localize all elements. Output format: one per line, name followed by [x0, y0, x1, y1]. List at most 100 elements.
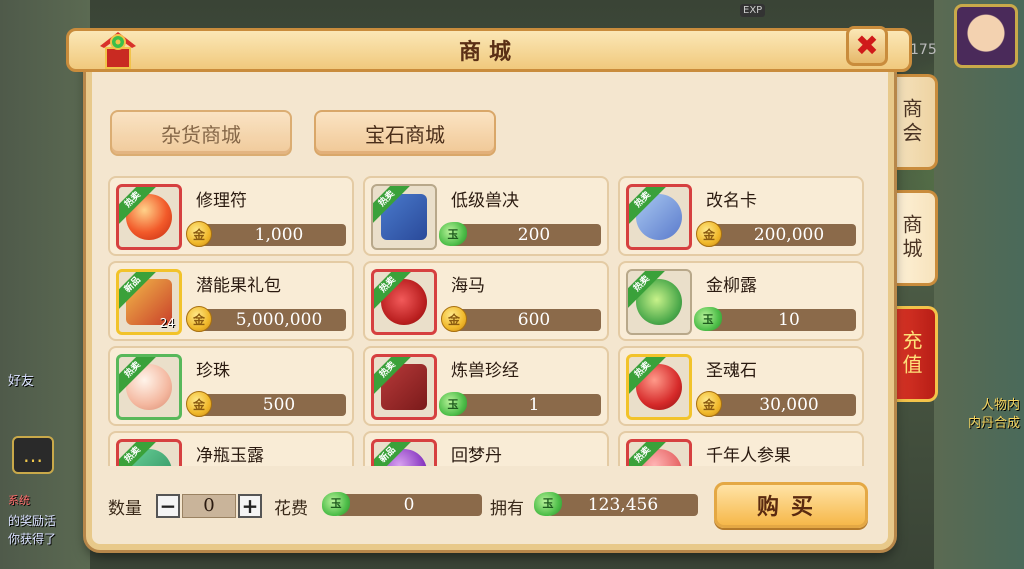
item-price: 600 [517, 310, 551, 330]
shop-item[interactable]: 新品回梦丹玉 [363, 431, 609, 466]
green-gourd-icon: 热卖 [626, 269, 692, 335]
item-price: 500 [262, 395, 296, 415]
scripture-book-icon: 热卖 [371, 354, 437, 420]
item-name: 修理符 [196, 191, 247, 211]
jade-vase-icon: 热卖 [116, 439, 182, 466]
item-price: 10 [778, 310, 800, 330]
red-orb-icon: 热卖 [116, 184, 182, 250]
purple-pill-icon: 新品 [371, 439, 437, 466]
tab-recharge[interactable]: 充值 [888, 306, 938, 402]
bg-right-text: 人物内 [980, 398, 1020, 413]
shop-item[interactable]: 热卖 金柳露玉 10 [618, 261, 864, 341]
tab-mall[interactable]: 商城 [888, 190, 938, 286]
price-bar: 金 30,000 [696, 391, 856, 417]
level-value: 175 [910, 42, 937, 58]
jade-currency-icon: 玉 [694, 307, 722, 331]
item-name: 净瓶玉露 [196, 446, 264, 466]
gold-coin-icon: 金 [696, 391, 722, 417]
close-button[interactable]: ✖ [846, 26, 888, 66]
red-stone-icon: 热卖 [626, 354, 692, 420]
shop-item[interactable]: 热卖 炼兽珍经玉 1 [363, 346, 609, 426]
owned-label: 拥有 [490, 499, 524, 519]
price-bar: 金 1,000 [186, 221, 346, 247]
player-avatar[interactable] [954, 4, 1018, 68]
item-name: 圣魂石 [706, 361, 757, 381]
item-price: 200,000 [753, 225, 825, 245]
owned-amount: 123,456 [587, 495, 659, 515]
gift-box-icon: 新品 24 [116, 269, 182, 335]
price-bar: 玉1 [439, 392, 601, 416]
item-name: 炼兽珍经 [451, 361, 519, 381]
bg-chat-text: 系统 [8, 494, 30, 507]
shop-item[interactable]: 热卖 低级兽决玉 200 [363, 176, 609, 256]
jade-currency-icon: 玉 [534, 492, 562, 516]
buy-button[interactable]: 购买 [714, 482, 868, 528]
price-bar: 玉 10 [694, 307, 856, 331]
shop-item[interactable]: 热卖千年人参果玉 [618, 431, 864, 466]
item-price: 1 [528, 395, 540, 415]
item-name: 珍珠 [196, 361, 230, 381]
item-name: 低级兽决 [451, 191, 519, 211]
shop-item[interactable]: 热卖 改名卡金 200,000 [618, 176, 864, 256]
background-left-scene [0, 0, 90, 569]
bg-chat-text: 的奖励活 [8, 514, 57, 528]
cost-value: 0 玉 [322, 492, 482, 516]
shop-item[interactable]: 热卖 海马金 600 [363, 261, 609, 341]
shop-item[interactable]: 热卖 珍珠金 500 [108, 346, 354, 426]
shop-item[interactable]: 热卖 圣魂石金 30,000 [618, 346, 864, 426]
exp-label: EXP [740, 4, 766, 17]
item-price: 200 [517, 225, 551, 245]
price-bar: 金 600 [441, 306, 601, 332]
blue-card-icon: 热卖 [626, 184, 692, 250]
cost-amount: 0 [403, 495, 415, 515]
price-bar: 金 200,000 [696, 221, 856, 247]
gold-coin-icon: 金 [441, 306, 467, 332]
title-bar: 商城 [66, 28, 912, 72]
chat-icon[interactable]: … [12, 436, 54, 474]
ginseng-fruit-icon: 热卖 [626, 439, 692, 466]
lantern-ornament-icon [100, 32, 136, 69]
item-grid: 热卖 修理符金 1,000 热卖 低级兽决玉 200 热卖 改名卡金 200,000 新品 24 潜能… [108, 176, 868, 466]
bg-right-text: 内丹合成 [967, 416, 1020, 431]
category-gem-store[interactable]: 宝石商城 [314, 110, 496, 156]
item-name: 回梦丹 [451, 446, 502, 466]
item-name: 千年人参果 [706, 446, 791, 466]
gold-coin-icon: 金 [696, 221, 722, 247]
page-title: 商城 [458, 40, 519, 65]
item-price: 1,000 [254, 225, 304, 245]
item-name: 金柳露 [706, 276, 757, 296]
close-x-icon: ✖ [855, 29, 879, 62]
item-quantity: 24 [159, 316, 175, 330]
gold-coin-icon: 金 [186, 306, 212, 332]
item-name: 改名卡 [706, 191, 757, 211]
item-price: 30,000 [759, 395, 819, 415]
gold-coin-icon: 金 [186, 391, 212, 417]
bg-chat-text: 你获得了 [8, 532, 57, 546]
bg-chat-text: 好友 [8, 374, 35, 389]
tab-guild-shop[interactable]: 商会 [888, 74, 938, 170]
price-bar: 金 5,000,000 [186, 306, 346, 332]
item-name: 海马 [451, 276, 485, 296]
price-bar: 金 500 [186, 391, 346, 417]
jade-currency-icon: 玉 [322, 492, 350, 516]
item-name: 潜能果礼包 [196, 276, 281, 296]
price-bar: 玉 200 [439, 222, 601, 246]
quantity-minus-button[interactable]: − [156, 494, 180, 518]
quantity-label: 数量 [108, 499, 142, 519]
seahorse-icon: 热卖 [371, 269, 437, 335]
shop-item[interactable]: 新品 24 潜能果礼包金 5,000,000 [108, 261, 354, 341]
quantity-input[interactable]: 0 [182, 494, 236, 518]
owned-value: 123,456 玉 [534, 492, 698, 516]
jade-currency-icon: 玉 [439, 392, 467, 416]
shop-item[interactable]: 热卖 修理符金 1,000 [108, 176, 354, 256]
gold-coin-icon: 金 [186, 221, 212, 247]
cost-label: 花费 [274, 499, 308, 519]
blue-book-icon: 热卖 [371, 184, 437, 250]
jade-currency-icon: 玉 [439, 222, 467, 246]
item-price: 5,000,000 [235, 310, 323, 330]
quantity-plus-button[interactable]: + [238, 494, 262, 518]
pearl-icon: 热卖 [116, 354, 182, 420]
category-general-store[interactable]: 杂货商城 [110, 110, 292, 156]
background-right-scene [934, 0, 1024, 569]
shop-item[interactable]: 热卖净瓶玉露玉 [108, 431, 354, 466]
